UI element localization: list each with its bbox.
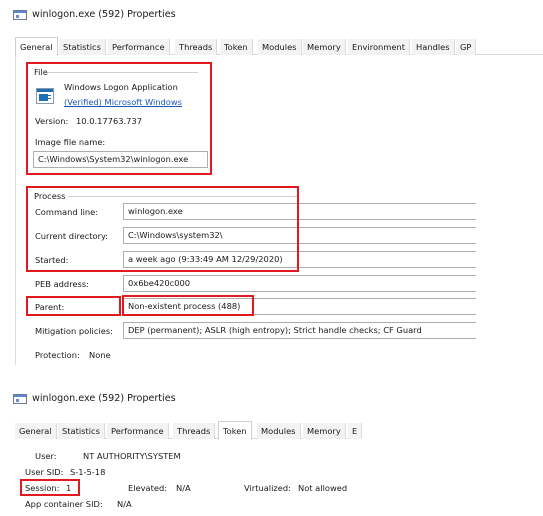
- protection-label: Protection:: [35, 350, 80, 360]
- window1-title: winlogon.exe (592) Properties: [32, 9, 176, 20]
- peb-address-label: PEB address:: [35, 279, 89, 289]
- elevated-value: N/A: [176, 483, 191, 493]
- tab-statistics[interactable]: Statistics: [59, 39, 106, 55]
- peb-address-field[interactable]: 0x6be420c000: [123, 275, 476, 292]
- window1-tab-bar: General Statistics Performance Threads T…: [15, 37, 543, 56]
- tab-modules[interactable]: Modules: [258, 39, 302, 55]
- user-value: NT AUTHORITY\SYSTEM: [83, 451, 181, 461]
- tab-general-2[interactable]: General: [15, 423, 57, 439]
- protection-value: None: [89, 350, 111, 360]
- user-sid-label: User SID:: [25, 467, 64, 477]
- tab-handles[interactable]: Handles: [412, 39, 455, 55]
- mitigation-field[interactable]: DEP (permanent); ASLR (high entropy); St…: [123, 322, 476, 339]
- user-sid-value: S-1-5-18: [70, 467, 106, 477]
- window2-title-icon: [13, 394, 27, 404]
- tab-gpu[interactable]: GP: [456, 39, 477, 55]
- mitigation-label: Mitigation policies:: [35, 326, 113, 336]
- tab-memory-2[interactable]: Memory: [303, 423, 346, 439]
- tab-threads-2[interactable]: Threads: [173, 423, 216, 439]
- tab-performance-2[interactable]: Performance: [107, 423, 169, 439]
- app-container-sid-value: N/A: [117, 499, 132, 509]
- tab-memory[interactable]: Memory: [303, 39, 346, 55]
- virtualized-value: Not allowed: [298, 483, 348, 493]
- tab-token-2[interactable]: Token: [218, 421, 252, 440]
- parent-value-highlight: [122, 295, 254, 316]
- tab-environment[interactable]: Environment: [348, 39, 410, 55]
- tab-statistics-2[interactable]: Statistics: [58, 423, 105, 439]
- window2-tab-bar: General Statistics Performance Threads T…: [15, 421, 363, 440]
- window1-left-border: [15, 55, 16, 365]
- tab-performance[interactable]: Performance: [108, 39, 170, 55]
- tab-threads[interactable]: Threads: [175, 39, 218, 55]
- virtualized-label: Virtualized:: [244, 483, 291, 493]
- elevated-label: Elevated:: [128, 483, 168, 493]
- window2-title: winlogon.exe (592) Properties: [32, 393, 176, 404]
- user-label: User:: [35, 451, 57, 461]
- tab-token[interactable]: Token: [220, 39, 253, 55]
- session-highlight-box: [20, 479, 80, 496]
- tab-modules-2[interactable]: Modules: [257, 423, 301, 439]
- file-highlight-box: [26, 62, 212, 175]
- process-highlight-box: [26, 186, 299, 272]
- app-container-sid-label: App container SID:: [25, 499, 103, 509]
- parent-label-highlight: [26, 296, 121, 316]
- tab-general[interactable]: General: [15, 37, 58, 56]
- window1-title-icon: [13, 10, 27, 20]
- tab-e-2[interactable]: E: [348, 423, 363, 439]
